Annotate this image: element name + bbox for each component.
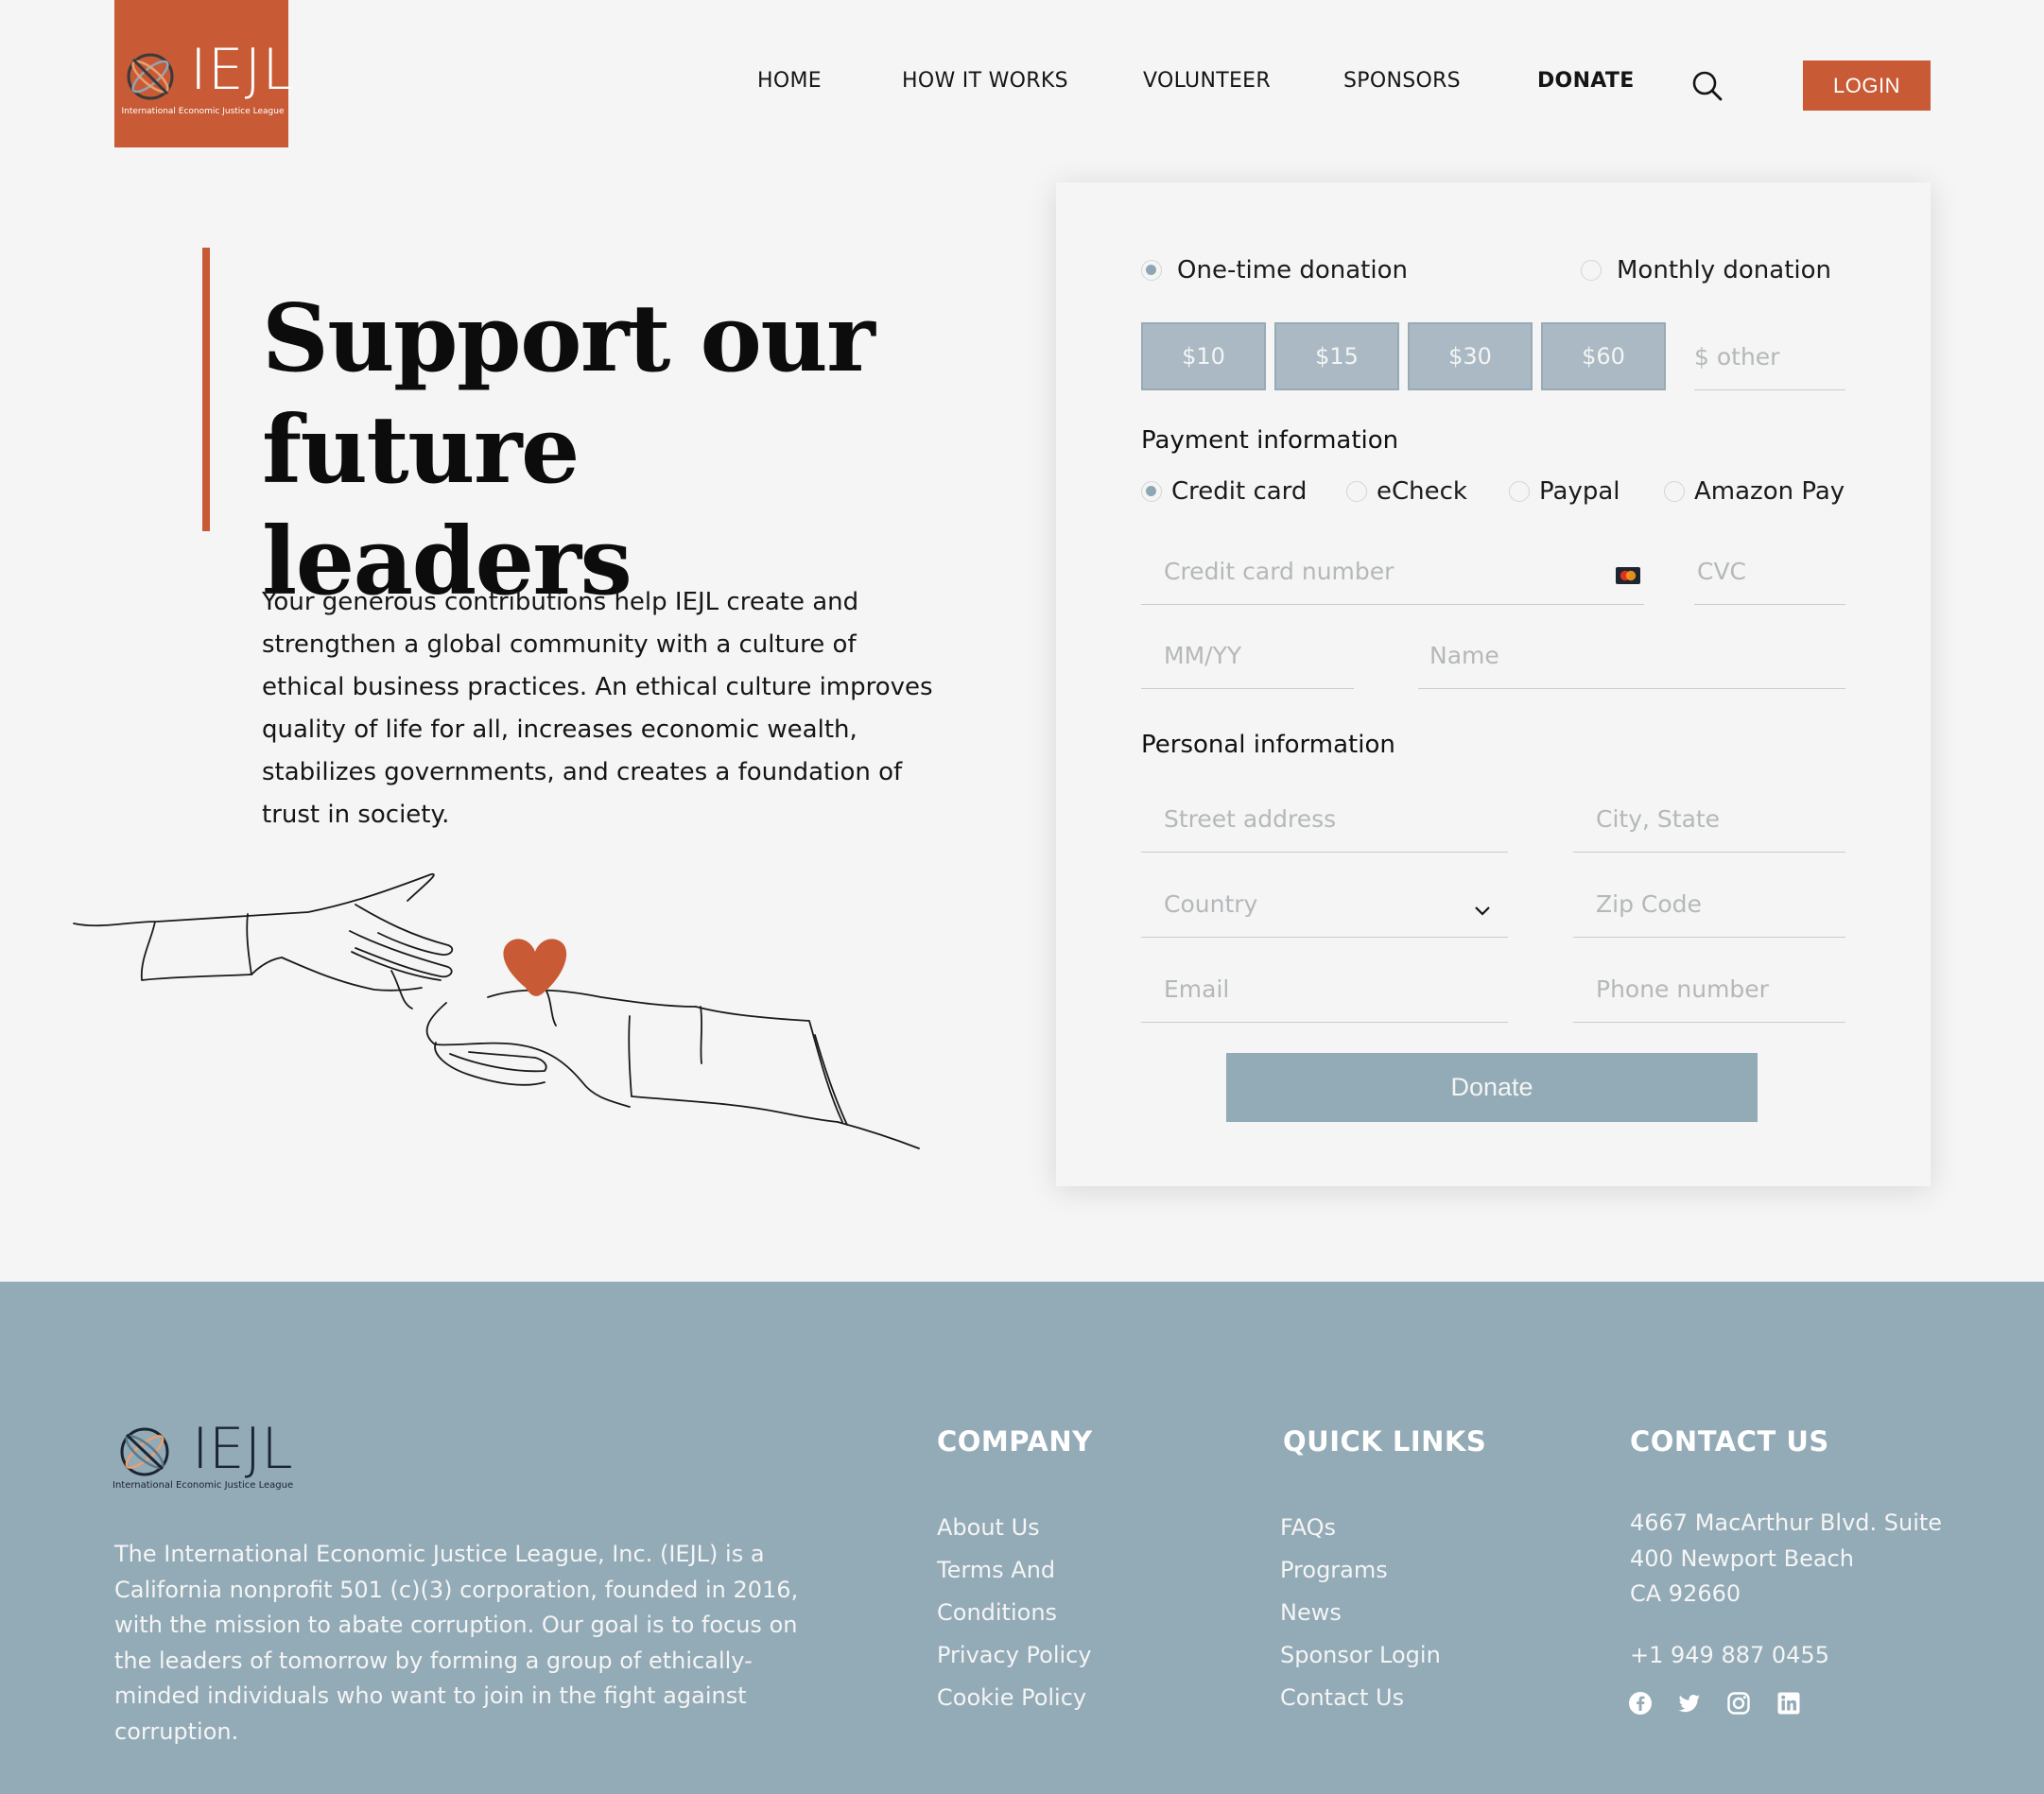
- footer-link-sponsor-login[interactable]: Sponsor Login: [1280, 1634, 1441, 1677]
- amount-button-30[interactable]: $30: [1408, 322, 1533, 390]
- cardholder-name-placeholder: Name: [1429, 642, 1499, 669]
- amount-button-10[interactable]: $10: [1141, 322, 1266, 390]
- cvc-field[interactable]: CVC: [1694, 546, 1845, 605]
- quick-links-heading: QUICK LINKS: [1283, 1425, 1487, 1458]
- city-state-field[interactable]: City, State: [1573, 794, 1845, 853]
- credit-card-number-field[interactable]: Credit card number: [1141, 546, 1644, 605]
- one-time-donation-label: One-time donation: [1177, 256, 1408, 285]
- payment-info-heading: Payment information: [1141, 426, 1399, 455]
- credit-card-radio[interactable]: Credit card: [1141, 477, 1307, 506]
- credit-card-label: Credit card: [1171, 477, 1308, 506]
- amazon-pay-label: Amazon Pay: [1694, 477, 1845, 506]
- footer-link-cookie-policy[interactable]: Cookie Policy: [937, 1677, 1092, 1719]
- other-amount-field[interactable]: $ other: [1694, 332, 1845, 390]
- twitter-icon[interactable]: [1677, 1691, 1702, 1716]
- address-line: 400 Newport Beach: [1630, 1544, 1854, 1572]
- street-address-field[interactable]: Street address: [1141, 794, 1508, 853]
- donate-button[interactable]: Donate: [1226, 1053, 1758, 1122]
- chevron-down-icon: [1475, 906, 1490, 916]
- globe-logo-icon: [127, 53, 174, 100]
- city-state-placeholder: City, State: [1596, 805, 1721, 833]
- paypal-label: Paypal: [1539, 477, 1620, 506]
- footer-link-conditions[interactable]: Conditions: [937, 1592, 1092, 1634]
- radio-selected-icon: [1141, 481, 1162, 502]
- nav-home[interactable]: HOME: [757, 69, 822, 93]
- footer-link-faqs[interactable]: FAQs: [1280, 1507, 1441, 1549]
- login-button[interactable]: LOGIN: [1803, 60, 1931, 111]
- linkedin-icon[interactable]: [1776, 1691, 1801, 1716]
- echeck-radio[interactable]: eCheck: [1346, 477, 1467, 506]
- company-heading: COMPANY: [937, 1425, 1093, 1458]
- radio-unselected-icon: [1581, 260, 1602, 281]
- email-placeholder: Email: [1164, 975, 1230, 1003]
- instagram-icon[interactable]: [1726, 1691, 1751, 1716]
- footer-logo-wordmark: IEJL: [192, 1416, 293, 1482]
- cvc-placeholder: CVC: [1697, 558, 1747, 585]
- zip-code-placeholder: Zip Code: [1596, 890, 1702, 918]
- contact-heading: CONTACT US: [1630, 1425, 1829, 1458]
- personal-info-heading: Personal information: [1141, 731, 1395, 759]
- country-placeholder: Country: [1164, 890, 1258, 918]
- header-logo[interactable]: IEJL International Economic Justice Leag…: [114, 0, 294, 147]
- footer-link-privacy-policy[interactable]: Privacy Policy: [937, 1634, 1092, 1677]
- footer-logo-tagline: International Economic Justice League: [113, 1480, 294, 1491]
- country-select[interactable]: Country: [1141, 879, 1508, 938]
- footer-link-news[interactable]: News: [1280, 1592, 1441, 1634]
- footer-link-about-us[interactable]: About Us: [937, 1507, 1092, 1549]
- address-line: 4667 MacArthur Blvd. Suite: [1630, 1509, 1943, 1536]
- radio-unselected-icon: [1509, 481, 1530, 502]
- echeck-label: eCheck: [1377, 477, 1467, 506]
- other-amount-placeholder: $ other: [1694, 343, 1780, 371]
- radio-unselected-icon: [1664, 481, 1685, 502]
- street-address-placeholder: Street address: [1164, 805, 1337, 833]
- phone-number-placeholder: Phone number: [1596, 975, 1769, 1003]
- credit-card-number-placeholder: Credit card number: [1164, 558, 1394, 585]
- donation-form: One-time donation Monthly donation $10 $…: [1056, 182, 1931, 1186]
- logo-tagline: International Economic Justice League: [121, 107, 285, 116]
- nav-how-it-works[interactable]: HOW IT WORKS: [902, 69, 1068, 93]
- footer-link-contact-us[interactable]: Contact Us: [1280, 1677, 1441, 1719]
- monthly-donation-label: Monthly donation: [1617, 256, 1831, 285]
- footer-link-terms[interactable]: Terms And: [937, 1549, 1092, 1592]
- amazon-pay-radio[interactable]: Amazon Pay: [1664, 477, 1845, 506]
- hero-accent-bar: [202, 248, 210, 531]
- footer-logo[interactable]: IEJL International Economic Justice Leag…: [113, 1416, 302, 1491]
- expiry-field[interactable]: MM/YY: [1141, 630, 1354, 689]
- paypal-radio[interactable]: Paypal: [1509, 477, 1620, 506]
- amount-button-60[interactable]: $60: [1541, 322, 1666, 390]
- address-line: CA 92660: [1630, 1580, 1741, 1607]
- radio-selected-icon: [1141, 260, 1162, 281]
- one-time-donation-radio[interactable]: One-time donation: [1141, 256, 1408, 285]
- hero-description: Your generous contributions help IEJL cr…: [262, 588, 933, 829]
- amount-button-15[interactable]: $15: [1274, 322, 1399, 390]
- facebook-icon[interactable]: [1628, 1691, 1653, 1716]
- nav-donate[interactable]: DONATE: [1537, 69, 1635, 93]
- contact-phone[interactable]: +1 949 887 0455: [1630, 1638, 1942, 1674]
- globe-logo-icon: [120, 1427, 169, 1476]
- nav-sponsors[interactable]: SPONSORS: [1343, 69, 1461, 93]
- logo-wordmark: IEJL: [190, 37, 295, 103]
- search-icon[interactable]: [1691, 70, 1724, 102]
- footer-link-programs[interactable]: Programs: [1280, 1549, 1441, 1592]
- hero-title-line1: Support our: [262, 285, 875, 393]
- monthly-donation-radio[interactable]: Monthly donation: [1581, 256, 1831, 285]
- quick-links: FAQs Programs News Sponsor Login Contact…: [1280, 1507, 1441, 1719]
- company-links: About Us Terms And Conditions Privacy Po…: [937, 1507, 1092, 1719]
- footer-about-text: The International Economic Justice Leagu…: [114, 1541, 799, 1745]
- mastercard-icon: [1616, 567, 1640, 584]
- hands-heart-illustration: [73, 873, 920, 1149]
- phone-number-field[interactable]: Phone number: [1573, 964, 1845, 1023]
- contact-address: 4667 MacArthur Blvd. Suite 400 Newport B…: [1630, 1506, 1942, 1673]
- footer: IEJL International Economic Justice Leag…: [0, 1282, 2044, 1794]
- email-field[interactable]: Email: [1141, 964, 1508, 1023]
- cardholder-name-field[interactable]: Name: [1418, 630, 1845, 689]
- expiry-placeholder: MM/YY: [1164, 642, 1242, 669]
- nav-volunteer[interactable]: VOLUNTEER: [1143, 69, 1271, 93]
- zip-code-field[interactable]: Zip Code: [1573, 879, 1845, 938]
- radio-unselected-icon: [1346, 481, 1367, 502]
- hero-title: Support our future leaders: [262, 284, 961, 618]
